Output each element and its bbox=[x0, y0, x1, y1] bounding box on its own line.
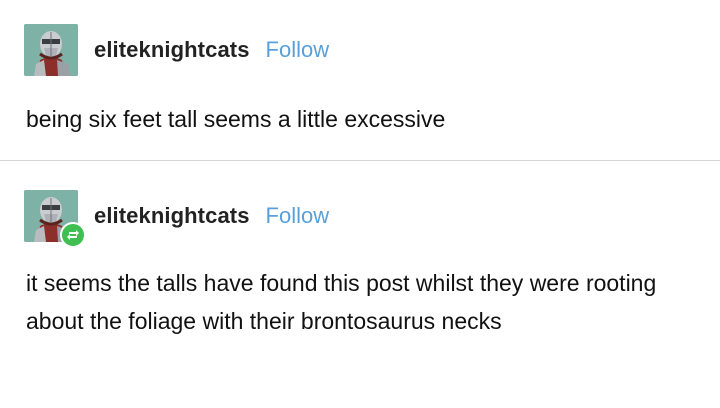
follow-button[interactable]: Follow bbox=[266, 37, 330, 63]
reblog-icon bbox=[60, 222, 86, 248]
post-text: it seems the talls have found this post … bbox=[26, 270, 657, 334]
post-text: being six feet tall seems a little exces… bbox=[26, 106, 446, 132]
username[interactable]: eliteknightcats bbox=[94, 37, 250, 63]
post-1: eliteknightcats Follow being six feet ta… bbox=[0, 0, 720, 160]
avatar[interactable] bbox=[24, 24, 78, 76]
post-header: eliteknightcats Follow bbox=[24, 190, 330, 248]
divider bbox=[0, 160, 720, 161]
post-header: eliteknightcats Follow bbox=[24, 24, 329, 76]
post-2: eliteknightcats Follow it seems the tall… bbox=[0, 162, 720, 408]
knight-avatar-icon bbox=[24, 24, 78, 76]
avatar[interactable] bbox=[24, 190, 86, 248]
username[interactable]: eliteknightcats bbox=[94, 203, 250, 229]
follow-button[interactable]: Follow bbox=[266, 203, 330, 229]
